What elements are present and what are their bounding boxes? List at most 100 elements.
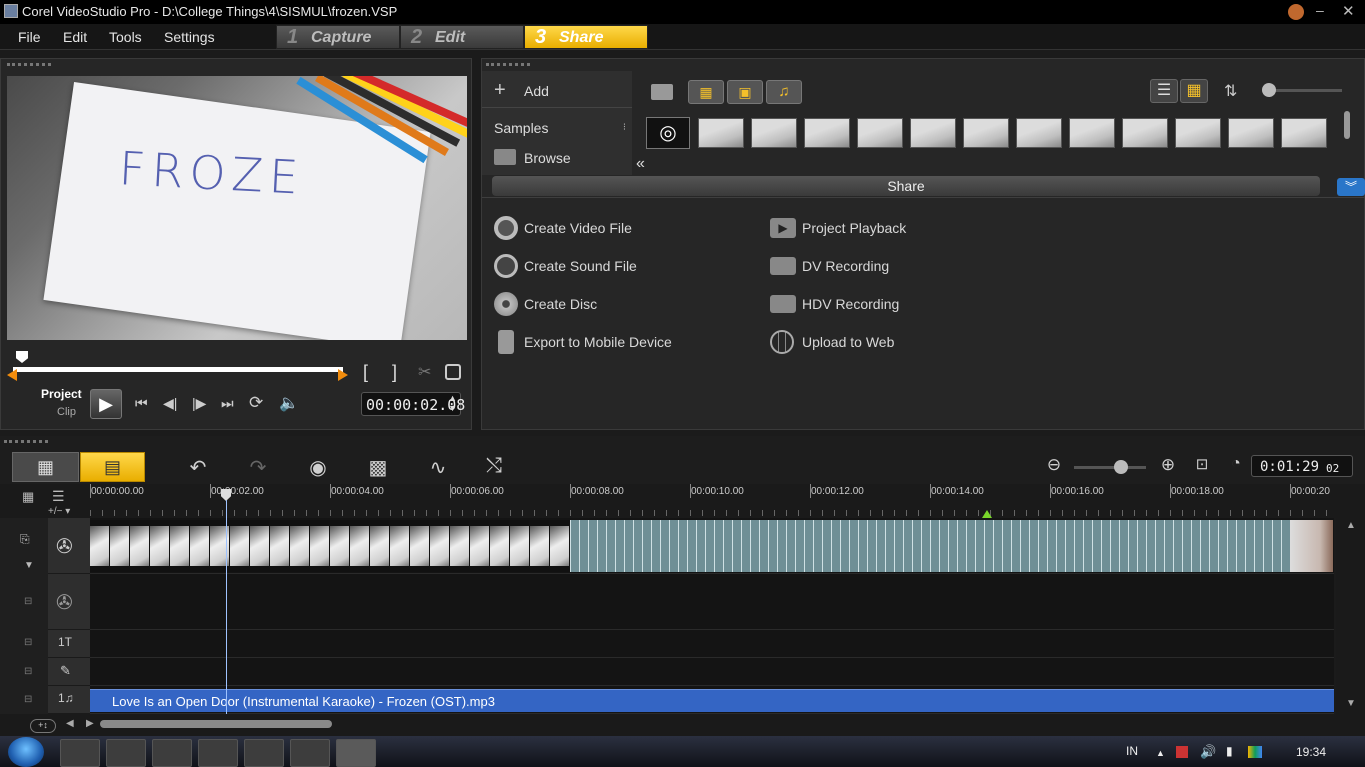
video-clip-frames[interactable]	[90, 520, 570, 572]
motion-track-icon[interactable]: ⤭	[480, 455, 508, 479]
library-scrollbar[interactable]	[1344, 111, 1350, 139]
tab-edit[interactable]: 2 Edit	[400, 25, 524, 49]
minimize-button[interactable]: –	[1316, 2, 1330, 18]
create-video-file-option[interactable]: Create Video File	[494, 216, 694, 242]
media-thumb[interactable]	[751, 118, 797, 148]
media-thumb[interactable]	[1016, 118, 1062, 148]
scrub-handle[interactable]	[16, 351, 28, 363]
taskbar-media-player-icon[interactable]	[106, 739, 146, 767]
timeline-view-button[interactable]: ▤	[80, 452, 145, 482]
title-track-header[interactable]: 1T	[48, 630, 90, 658]
trim-start-marker[interactable]	[7, 369, 17, 381]
upload-to-web-option[interactable]: Upload to Web	[770, 330, 970, 356]
end-icon[interactable]: ⏭	[221, 395, 234, 412]
scroll-left-icon[interactable]: ◀	[66, 718, 74, 729]
playhead-line[interactable]	[226, 500, 227, 714]
list-view-button[interactable]: ☰	[1150, 79, 1178, 103]
show-hidden-icons[interactable]: ▲	[1156, 748, 1165, 758]
media-thumb[interactable]	[804, 118, 850, 148]
video-track-lock-icon[interactable]: ⎘	[20, 532, 30, 547]
mix-icon[interactable]: ▩	[364, 455, 392, 479]
language-indicator[interactable]: IN	[1126, 744, 1138, 758]
media-audio-thumb[interactable]: ◎	[646, 117, 690, 149]
overlay-track-header[interactable]: ✇	[48, 574, 90, 630]
media-thumb[interactable]	[1228, 118, 1274, 148]
mark-out-button[interactable]: ]	[392, 362, 397, 383]
scroll-up-icon[interactable]: ▲	[1346, 520, 1356, 531]
tab-capture[interactable]: 1 Capture	[276, 25, 400, 49]
start-button[interactable]	[8, 737, 44, 767]
menu-edit[interactable]: Edit	[63, 29, 87, 45]
voice-track-header[interactable]: ✎	[48, 658, 90, 686]
panel-grip[interactable]	[4, 440, 48, 443]
create-sound-file-option[interactable]: Create Sound File	[494, 254, 694, 280]
record-capture-icon[interactable]: ◉	[304, 455, 332, 479]
music-track-lock-icon[interactable]: ⊟	[24, 694, 32, 705]
timecode-field[interactable]: 00:00:02.08 ▲ ▼	[361, 392, 465, 416]
menu-settings[interactable]: Settings	[164, 29, 215, 45]
repeat-icon[interactable]: ⟳	[249, 393, 263, 413]
panel-grip[interactable]	[7, 63, 51, 66]
tab-share[interactable]: 3 Share	[524, 25, 648, 49]
tray-network-icon[interactable]: ▮	[1226, 744, 1233, 758]
music-track-header[interactable]: 1♫	[48, 686, 90, 714]
create-disc-option[interactable]: Create Disc	[494, 292, 694, 318]
tray-volume-icon[interactable]: 🔊	[1200, 744, 1216, 760]
close-button[interactable]: ✕	[1342, 2, 1356, 20]
tray-flag-icon[interactable]	[1176, 746, 1188, 758]
media-thumb[interactable]	[1175, 118, 1221, 148]
scroll-down-icon[interactable]: ▼	[1346, 698, 1356, 709]
taskbar-videostudio-icon[interactable]	[336, 739, 376, 767]
title-track-lock-icon[interactable]: ⊟	[24, 637, 32, 648]
taskbar-chrome-icon[interactable]	[152, 739, 192, 767]
media-thumb[interactable]	[1069, 118, 1115, 148]
taskbar-photoshop-icon[interactable]	[290, 739, 330, 767]
menu-tools[interactable]: Tools	[109, 29, 142, 45]
hdv-recording-option[interactable]: HDV Recording	[770, 292, 970, 318]
media-thumb[interactable]	[1281, 118, 1327, 148]
scrub-bar[interactable]	[13, 367, 343, 372]
timeline-horizontal-scrollbar[interactable]	[100, 720, 332, 728]
zoom-out-icon[interactable]: ⊖	[1040, 455, 1068, 479]
export-to-mobile-device-option[interactable]: Export to Mobile Device	[494, 330, 714, 356]
taskbar-folder-icon[interactable]	[244, 739, 284, 767]
video-filter-button[interactable]: ▦	[688, 80, 724, 104]
tray-drive-icon[interactable]	[1248, 746, 1262, 758]
home-icon[interactable]: ⏮	[135, 395, 148, 412]
taskbar-explorer-icon[interactable]	[60, 739, 100, 767]
audio-clip[interactable]: Love Is an Open Door (Instrumental Karao…	[90, 689, 1334, 712]
last-clip-thumb[interactable]	[1290, 520, 1333, 572]
collapse-library-icon[interactable]: «	[636, 155, 645, 173]
media-thumb[interactable]	[910, 118, 956, 148]
play-button[interactable]: ▶	[90, 389, 122, 419]
menu-file[interactable]: File	[18, 29, 41, 45]
sort-icon[interactable]: ⇅	[1224, 81, 1237, 101]
clock[interactable]: 19:34	[1296, 745, 1326, 759]
title-track[interactable]	[90, 630, 1334, 658]
volume-icon[interactable]: 🔈	[279, 393, 299, 413]
split-clip-icon[interactable]: ✂	[418, 362, 431, 382]
voice-track[interactable]	[90, 658, 1334, 686]
folder-icon[interactable]	[651, 84, 673, 100]
app-menu-icon[interactable]	[1288, 4, 1304, 20]
dv-recording-option[interactable]: DV Recording	[770, 254, 970, 280]
mode-project[interactable]: Project	[41, 387, 82, 401]
voice-track-lock-icon[interactable]: ⊟	[24, 666, 32, 677]
options-toggle-button[interactable]: ︾	[1337, 178, 1365, 196]
add-button[interactable]: + Add	[494, 79, 614, 103]
storyboard-view-button[interactable]: ▦	[12, 452, 79, 482]
samples-folder[interactable]: Samples ⁝	[494, 120, 630, 140]
track-expand-icon[interactable]: ▼	[24, 560, 34, 571]
zoom-track-button[interactable]: +↕	[30, 719, 56, 733]
panel-grip[interactable]	[486, 63, 530, 66]
scroll-right-icon[interactable]: ▶	[86, 718, 94, 729]
mark-in-button[interactable]: [	[363, 362, 368, 383]
thumbnail-view-button[interactable]: ▦	[1180, 79, 1208, 103]
media-thumb[interactable]	[963, 118, 1009, 148]
next-frame-icon[interactable]: |▶	[192, 395, 206, 412]
trim-end-marker[interactable]	[338, 369, 348, 381]
project-playback-option[interactable]: ▶ Project Playback	[770, 216, 970, 242]
video-track-header[interactable]: ✇	[48, 518, 90, 574]
timeline-vertical-scrollbar[interactable]: ▲ ▼	[1336, 518, 1365, 714]
audio-wave-icon[interactable]: ∿	[424, 455, 452, 479]
